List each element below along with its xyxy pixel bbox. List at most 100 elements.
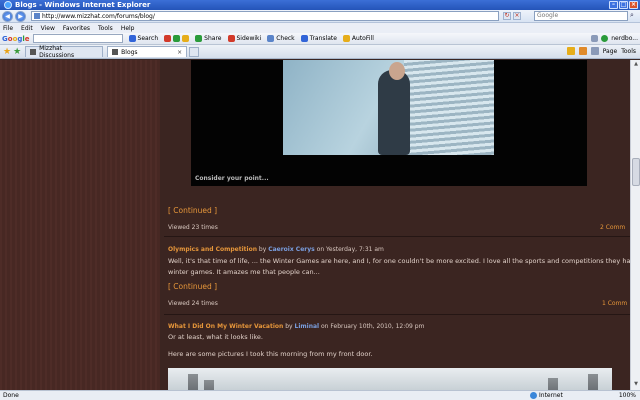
scroll-down-icon[interactable]: ▼ bbox=[632, 381, 640, 389]
ie-logo-icon bbox=[4, 1, 12, 9]
tab-mizzhat-discussions[interactable]: Mizzhat Discussions bbox=[25, 45, 104, 59]
window-title-bar: Blogs - Windows Internet Explorer – □ × bbox=[0, 0, 640, 10]
comments-link[interactable]: 1 Comm bbox=[602, 300, 627, 307]
address-bar: ◀ ▶ http://www.mizzhat.com/forums/blog/ … bbox=[0, 10, 640, 23]
bookmark-tools[interactable] bbox=[164, 35, 190, 42]
tab-close-icon[interactable]: × bbox=[177, 49, 182, 56]
post-header: Olympics and Competition by Caeroix Cery… bbox=[168, 246, 384, 253]
share-label: Share bbox=[204, 35, 222, 42]
post-divider bbox=[164, 236, 630, 237]
post-title[interactable]: Olympics and Competition bbox=[168, 246, 257, 253]
menu-help[interactable]: Help bbox=[121, 25, 135, 32]
command-bar: Page Tools bbox=[566, 47, 636, 55]
check-icon bbox=[267, 35, 275, 42]
favorites-star-icon[interactable]: ★ bbox=[3, 47, 11, 57]
zoom-level[interactable]: 100% bbox=[619, 392, 636, 399]
window-title: Blogs - Windows Internet Explorer bbox=[15, 1, 151, 9]
security-zone[interactable]: Internet bbox=[530, 392, 563, 399]
view-count: Viewed 24 times bbox=[168, 300, 218, 307]
by-label: by bbox=[258, 246, 267, 253]
bookmark-icon bbox=[164, 35, 172, 42]
post-excerpt: Well, it's that time of life, ... the Wi… bbox=[168, 256, 630, 278]
sidewiki-icon bbox=[227, 35, 235, 42]
post-photo bbox=[168, 368, 612, 390]
feeds-icon[interactable] bbox=[578, 47, 587, 55]
tab-favicon bbox=[30, 49, 37, 55]
sidewiki-label: Sidewiki bbox=[236, 35, 262, 42]
search-button[interactable]: Search bbox=[128, 35, 158, 42]
back-button[interactable]: ◀ bbox=[2, 10, 13, 22]
menu-bar: File Edit View Favorites Tools Help bbox=[0, 23, 640, 33]
post-body: Or at least, what it looks like. bbox=[168, 333, 263, 341]
google-logo: Google bbox=[2, 34, 30, 43]
check-button[interactable]: Check bbox=[267, 35, 295, 42]
share-button[interactable]: Share bbox=[195, 35, 222, 42]
image-caption: Consider your point... bbox=[195, 175, 269, 182]
continued-link[interactable]: [ Continued ] bbox=[168, 282, 217, 291]
blog-column: Consider your point... [ Continued ] Vie… bbox=[160, 60, 630, 390]
translate-button[interactable]: Translate bbox=[300, 35, 337, 42]
search-icon[interactable]: ⌕ bbox=[630, 12, 638, 20]
account-label[interactable]: nerdbo... bbox=[611, 35, 638, 42]
stop-icon[interactable]: × bbox=[513, 12, 521, 20]
menu-tools[interactable]: Tools bbox=[98, 25, 113, 32]
google-search-input[interactable] bbox=[32, 34, 123, 43]
maximize-button[interactable]: □ bbox=[619, 1, 628, 9]
autofill-label: AutoFill bbox=[351, 35, 374, 42]
tools-menu[interactable]: Tools bbox=[621, 48, 636, 55]
tab-bar: ★ ★ Mizzhat Discussions Blogs × Page Too… bbox=[0, 45, 640, 59]
url-text: http://www.mizzhat.com/forums/blog/ bbox=[42, 12, 155, 20]
excerpt-line: Well, it's that time of life, ... the Wi… bbox=[168, 257, 630, 265]
page-viewport: Consider your point... [ Continued ] Vie… bbox=[0, 60, 630, 390]
autofill-icon bbox=[342, 35, 350, 42]
post-body: Here are some pictures I took this morni… bbox=[168, 350, 373, 358]
close-button[interactable]: × bbox=[629, 1, 638, 9]
by-label: by bbox=[285, 323, 293, 330]
tab-label: Blogs bbox=[121, 48, 138, 56]
search-input[interactable]: Google bbox=[534, 11, 628, 21]
home-icon[interactable] bbox=[566, 47, 575, 55]
status-bar: Done Internet 100% bbox=[0, 390, 640, 400]
view-count: Viewed 23 times bbox=[168, 224, 218, 231]
scroll-up-icon[interactable]: ▲ bbox=[632, 61, 640, 69]
wrench-icon[interactable] bbox=[591, 35, 599, 42]
excerpt-line: winter games. It amazes me that people c… bbox=[168, 268, 320, 276]
post-author[interactable]: Caeroix Cerys bbox=[268, 246, 315, 253]
autofill-button[interactable]: AutoFill bbox=[342, 35, 374, 42]
post-author[interactable]: Liminal bbox=[295, 323, 320, 330]
post-image bbox=[283, 60, 494, 155]
minimize-button[interactable]: – bbox=[609, 1, 618, 9]
new-tab-button[interactable] bbox=[189, 46, 200, 57]
continued-link[interactable]: [ Continued ] bbox=[168, 206, 217, 215]
tab-blogs[interactable]: Blogs × bbox=[107, 46, 188, 57]
menu-edit[interactable]: Edit bbox=[21, 25, 33, 32]
menu-file[interactable]: File bbox=[3, 25, 13, 32]
vertical-scrollbar[interactable]: ▲ ▼ bbox=[630, 60, 640, 390]
url-input[interactable]: http://www.mizzhat.com/forums/blog/ bbox=[31, 11, 499, 21]
scroll-thumb[interactable] bbox=[632, 158, 640, 186]
print-icon[interactable] bbox=[590, 47, 599, 55]
translate-icon bbox=[300, 35, 308, 42]
search-icon bbox=[128, 35, 136, 42]
refresh-icon[interactable]: ↻ bbox=[503, 12, 511, 20]
comments-link[interactable]: 2 Comm bbox=[600, 224, 625, 231]
menu-favorites[interactable]: Favorites bbox=[63, 25, 90, 32]
post-date: on February 10th, 2010, 12:09 pm bbox=[321, 323, 425, 330]
forward-button[interactable]: ▶ bbox=[15, 10, 26, 22]
check-label: Check bbox=[276, 35, 295, 42]
globe-icon bbox=[530, 392, 537, 399]
post-title[interactable]: What I Did On My Winter Vacation bbox=[168, 323, 283, 330]
add-favorite-icon[interactable]: ★ bbox=[13, 47, 21, 57]
page-menu[interactable]: Page bbox=[603, 48, 618, 55]
star-icon bbox=[182, 35, 190, 42]
menu-view[interactable]: View bbox=[41, 25, 55, 32]
post-image-frame: Consider your point... bbox=[191, 60, 587, 186]
google-toolbar: Google Search Share Sidewiki Check Trans… bbox=[0, 33, 640, 45]
sidewiki-button[interactable]: Sidewiki bbox=[227, 35, 262, 42]
zone-label: Internet bbox=[539, 392, 563, 399]
account-icon bbox=[601, 35, 609, 42]
share-icon bbox=[195, 35, 203, 42]
tab-favicon bbox=[112, 49, 119, 55]
status-text: Done bbox=[3, 392, 19, 399]
post-date: on Yesterday, 7:31 am bbox=[316, 246, 384, 253]
